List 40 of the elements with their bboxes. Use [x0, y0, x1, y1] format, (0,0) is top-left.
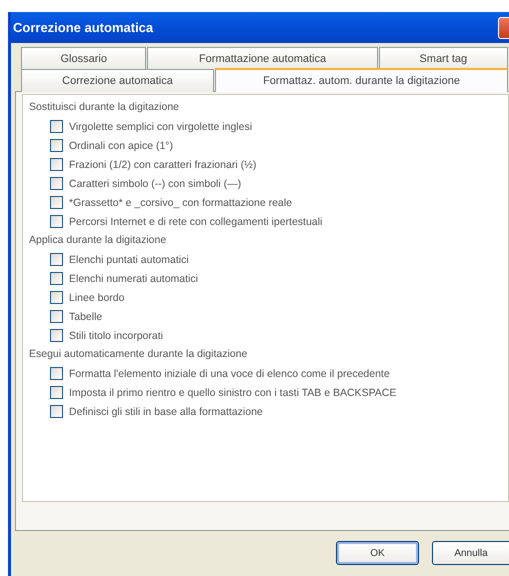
tab[interactable]: Glossario [21, 47, 146, 70]
tab[interactable]: Smart tag [378, 47, 508, 70]
checkbox[interactable] [50, 196, 63, 209]
section-heading: Sostituisci durante la digitazione [29, 100, 180, 115]
checkbox-label: Frazioni (1/2) con caratteri frazionari (½) [69, 158, 256, 170]
checkbox[interactable] [50, 386, 63, 399]
close-button[interactable] [498, 16, 509, 38]
checkbox[interactable] [50, 329, 63, 342]
checkbox-label: Ordinali con apice (1°) [69, 140, 173, 152]
checkbox[interactable] [50, 367, 63, 380]
checkbox-label: Formatta l'elemento iniziale di una voce di elenco come il precedente [69, 368, 390, 380]
checkbox[interactable] [50, 158, 63, 171]
checkbox[interactable] [50, 215, 63, 228]
cancel-button[interactable]: Annulla [432, 541, 509, 565]
checkbox-label: Elenchi puntati automatici [69, 254, 189, 266]
tab[interactable]: Formattaz. autom. durante la digitazione [215, 68, 508, 92]
checkbox-label: Tabelle [69, 310, 102, 322]
window-title: Correzione automatica [13, 20, 154, 35]
checkbox-label: Linee bordo [69, 292, 124, 304]
checkbox-label: Elenchi numerati automatici [69, 272, 198, 284]
checkbox[interactable] [50, 139, 63, 152]
checkbox[interactable] [50, 310, 63, 323]
checkbox[interactable] [50, 291, 63, 304]
checkbox-label: Stili titolo incorporati [69, 330, 163, 342]
checkbox-label: *Grassetto* e _corsivo_ con formattazione reale [69, 196, 292, 208]
checkbox[interactable] [50, 272, 63, 285]
ok-button[interactable]: OK [336, 541, 419, 565]
checkbox-label: Virgolette semplici con virgolette inglesi [69, 120, 252, 132]
checkbox-label: Imposta il primo rientro e quello sinistro con i tasti TAB e BACKSPACE [69, 386, 396, 398]
checkbox[interactable] [50, 253, 63, 266]
tab[interactable]: Formattazione automatica [147, 47, 378, 70]
checkbox[interactable] [50, 177, 63, 190]
checkbox-label: Caratteri simbolo (--) con simboli (—) [69, 178, 242, 190]
section-heading: Esegui automaticamente durante la digitazione [29, 347, 248, 362]
checkbox[interactable] [50, 120, 63, 133]
tab[interactable]: Correzione automatica [21, 69, 214, 92]
section-heading: Applica durante la digitazione [29, 233, 166, 248]
checkbox[interactable] [50, 405, 63, 418]
checkbox-label: Definisci gli stili in base alla formattazione [69, 406, 263, 418]
checkbox-label: Percorsi Internet e di rete con collegamenti ipertestuali [69, 216, 322, 228]
